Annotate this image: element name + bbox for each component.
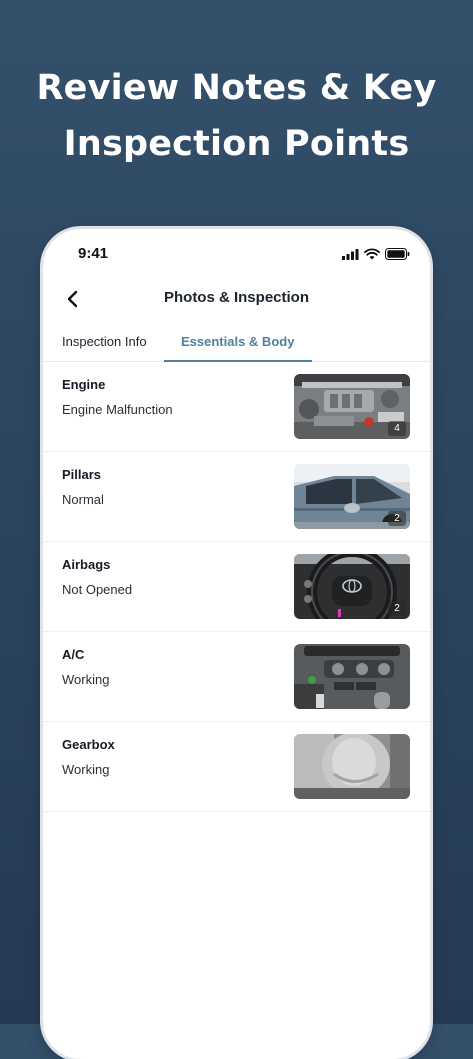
item-label: Gearbox <box>62 737 115 752</box>
battery-icon <box>385 248 410 260</box>
inspection-list: Engine Engine Malfunction 4 Pillars Norm… <box>43 362 430 812</box>
headline-line-2: Inspection Points <box>63 124 410 164</box>
headline-line-1: Review Notes & Key <box>36 68 437 108</box>
item-label: A/C <box>62 647 85 662</box>
tab-essentials-body[interactable]: Essentials & Body <box>181 334 294 349</box>
item-value: Working <box>62 762 110 777</box>
status-icons <box>342 248 410 260</box>
navigation-bar: Photos & Inspection <box>43 279 430 321</box>
list-item-pillars[interactable]: Pillars Normal 2 <box>43 452 430 542</box>
item-label: Airbags <box>62 557 111 572</box>
photo-count-badge: 2 <box>388 511 406 526</box>
headline: Review Notes & Key Inspection Points <box>0 60 473 172</box>
list-item-engine[interactable]: Engine Engine Malfunction 4 <box>43 362 430 452</box>
item-label: Pillars <box>62 467 102 482</box>
car-side-photo-thumbnail[interactable]: 2 <box>294 464 410 529</box>
item-value: Engine Malfunction <box>62 402 173 417</box>
photo-count-badge: 2 <box>388 601 406 616</box>
status-bar: 9:41 <box>43 229 430 279</box>
tab-bar: Inspection Info Essentials & Body <box>43 321 430 362</box>
tab-inspection-info[interactable]: Inspection Info <box>62 334 147 349</box>
steering-wheel-photo-thumbnail[interactable]: 2 <box>294 554 410 619</box>
page-title: Photos & Inspection <box>163 289 309 306</box>
phone-frame: 9:41 Photos & Inspection Inspection Info… <box>43 229 430 1059</box>
item-value: Working <box>62 672 110 687</box>
status-time: 9:41 <box>78 245 109 262</box>
item-value: Not Opened <box>62 582 133 597</box>
gear-shifter-photo-thumbnail[interactable] <box>294 734 410 799</box>
list-item-airbags[interactable]: Airbags Not Opened 2 <box>43 542 430 632</box>
cellular-signal-icon <box>342 248 359 260</box>
list-item-ac[interactable]: A/C Working <box>43 632 430 722</box>
ac-controls-photo-thumbnail[interactable] <box>294 644 410 709</box>
item-value: Normal <box>62 492 104 507</box>
wifi-icon <box>364 248 380 260</box>
item-label: Engine <box>62 377 106 392</box>
photo-count-badge: 4 <box>388 421 406 436</box>
list-item-gearbox[interactable]: Gearbox Working <box>43 722 430 812</box>
engine-photo-thumbnail[interactable]: 4 <box>294 374 410 439</box>
